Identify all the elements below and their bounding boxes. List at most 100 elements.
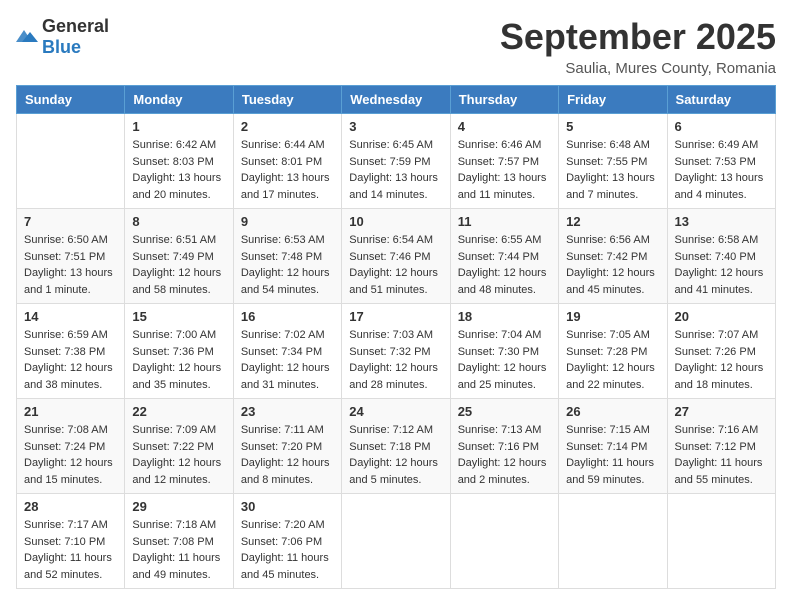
- calendar-cell: 24 Sunrise: 7:12 AMSunset: 7:18 PMDaylig…: [342, 399, 450, 494]
- day-number: 27: [675, 404, 768, 419]
- calendar-cell: 28 Sunrise: 7:17 AMSunset: 7:10 PMDaylig…: [17, 494, 125, 589]
- day-of-week-header: Thursday: [450, 86, 558, 114]
- month-title: September 2025: [500, 16, 776, 58]
- day-number: 18: [458, 309, 551, 324]
- day-info: Sunrise: 7:11 AMSunset: 7:20 PMDaylight:…: [241, 422, 334, 488]
- calendar-cell: 23 Sunrise: 7:11 AMSunset: 7:20 PMDaylig…: [233, 399, 341, 494]
- calendar-cell: 11 Sunrise: 6:55 AMSunset: 7:44 PMDaylig…: [450, 209, 558, 304]
- day-number: 16: [241, 309, 334, 324]
- day-of-week-header: Monday: [125, 86, 233, 114]
- day-info: Sunrise: 6:56 AMSunset: 7:42 PMDaylight:…: [566, 232, 659, 298]
- calendar-cell: [342, 494, 450, 589]
- day-info: Sunrise: 6:46 AMSunset: 7:57 PMDaylight:…: [458, 137, 551, 203]
- day-number: 19: [566, 309, 659, 324]
- calendar-cell: 10 Sunrise: 6:54 AMSunset: 7:46 PMDaylig…: [342, 209, 450, 304]
- day-number: 21: [24, 404, 117, 419]
- day-number: 8: [132, 214, 225, 229]
- day-of-week-header: Sunday: [17, 86, 125, 114]
- day-number: 10: [349, 214, 442, 229]
- calendar-cell: [667, 494, 775, 589]
- day-of-week-header: Tuesday: [233, 86, 341, 114]
- logo-icon: [16, 28, 38, 46]
- day-info: Sunrise: 6:54 AMSunset: 7:46 PMDaylight:…: [349, 232, 442, 298]
- day-number: 1: [132, 119, 225, 134]
- calendar-cell: 12 Sunrise: 6:56 AMSunset: 7:42 PMDaylig…: [559, 209, 667, 304]
- calendar-cell: 5 Sunrise: 6:48 AMSunset: 7:55 PMDayligh…: [559, 114, 667, 209]
- logo: General Blue: [16, 16, 109, 58]
- calendar-cell: 4 Sunrise: 6:46 AMSunset: 7:57 PMDayligh…: [450, 114, 558, 209]
- day-info: Sunrise: 6:51 AMSunset: 7:49 PMDaylight:…: [132, 232, 225, 298]
- calendar-cell: 7 Sunrise: 6:50 AMSunset: 7:51 PMDayligh…: [17, 209, 125, 304]
- day-of-week-header: Saturday: [667, 86, 775, 114]
- day-number: 26: [566, 404, 659, 419]
- day-info: Sunrise: 6:58 AMSunset: 7:40 PMDaylight:…: [675, 232, 768, 298]
- day-number: 29: [132, 499, 225, 514]
- calendar-cell: 22 Sunrise: 7:09 AMSunset: 7:22 PMDaylig…: [125, 399, 233, 494]
- day-info: Sunrise: 7:13 AMSunset: 7:16 PMDaylight:…: [458, 422, 551, 488]
- day-info: Sunrise: 7:16 AMSunset: 7:12 PMDaylight:…: [675, 422, 768, 488]
- title-area: September 2025 Saulia, Mures County, Rom…: [500, 16, 776, 77]
- day-info: Sunrise: 6:44 AMSunset: 8:01 PMDaylight:…: [241, 137, 334, 203]
- day-info: Sunrise: 6:53 AMSunset: 7:48 PMDaylight:…: [241, 232, 334, 298]
- calendar-cell: 15 Sunrise: 7:00 AMSunset: 7:36 PMDaylig…: [125, 304, 233, 399]
- calendar-cell: [17, 114, 125, 209]
- calendar-cell: 29 Sunrise: 7:18 AMSunset: 7:08 PMDaylig…: [125, 494, 233, 589]
- day-number: 20: [675, 309, 768, 324]
- logo-text: General Blue: [42, 16, 109, 58]
- calendar-cell: 14 Sunrise: 6:59 AMSunset: 7:38 PMDaylig…: [17, 304, 125, 399]
- day-info: Sunrise: 7:18 AMSunset: 7:08 PMDaylight:…: [132, 517, 225, 583]
- day-number: 14: [24, 309, 117, 324]
- location-title: Saulia, Mures County, Romania: [500, 60, 776, 77]
- calendar-cell: 26 Sunrise: 7:15 AMSunset: 7:14 PMDaylig…: [559, 399, 667, 494]
- day-number: 22: [132, 404, 225, 419]
- calendar-cell: 25 Sunrise: 7:13 AMSunset: 7:16 PMDaylig…: [450, 399, 558, 494]
- calendar-cell: 17 Sunrise: 7:03 AMSunset: 7:32 PMDaylig…: [342, 304, 450, 399]
- calendar-cell: 9 Sunrise: 6:53 AMSunset: 7:48 PMDayligh…: [233, 209, 341, 304]
- day-info: Sunrise: 6:49 AMSunset: 7:53 PMDaylight:…: [675, 137, 768, 203]
- day-number: 5: [566, 119, 659, 134]
- day-info: Sunrise: 6:50 AMSunset: 7:51 PMDaylight:…: [24, 232, 117, 298]
- day-info: Sunrise: 7:08 AMSunset: 7:24 PMDaylight:…: [24, 422, 117, 488]
- calendar-cell: 3 Sunrise: 6:45 AMSunset: 7:59 PMDayligh…: [342, 114, 450, 209]
- day-info: Sunrise: 7:17 AMSunset: 7:10 PMDaylight:…: [24, 517, 117, 583]
- day-number: 17: [349, 309, 442, 324]
- day-number: 30: [241, 499, 334, 514]
- calendar-cell: 21 Sunrise: 7:08 AMSunset: 7:24 PMDaylig…: [17, 399, 125, 494]
- calendar-cell: 18 Sunrise: 7:04 AMSunset: 7:30 PMDaylig…: [450, 304, 558, 399]
- day-info: Sunrise: 7:07 AMSunset: 7:26 PMDaylight:…: [675, 327, 768, 393]
- calendar-cell: [559, 494, 667, 589]
- day-number: 4: [458, 119, 551, 134]
- day-number: 12: [566, 214, 659, 229]
- day-info: Sunrise: 6:59 AMSunset: 7:38 PMDaylight:…: [24, 327, 117, 393]
- day-number: 28: [24, 499, 117, 514]
- calendar-cell: [450, 494, 558, 589]
- day-info: Sunrise: 7:15 AMSunset: 7:14 PMDaylight:…: [566, 422, 659, 488]
- calendar-header-row: SundayMondayTuesdayWednesdayThursdayFrid…: [17, 86, 776, 114]
- day-info: Sunrise: 7:20 AMSunset: 7:06 PMDaylight:…: [241, 517, 334, 583]
- calendar-cell: 20 Sunrise: 7:07 AMSunset: 7:26 PMDaylig…: [667, 304, 775, 399]
- day-number: 3: [349, 119, 442, 134]
- day-of-week-header: Friday: [559, 86, 667, 114]
- calendar-cell: 6 Sunrise: 6:49 AMSunset: 7:53 PMDayligh…: [667, 114, 775, 209]
- day-info: Sunrise: 6:45 AMSunset: 7:59 PMDaylight:…: [349, 137, 442, 203]
- day-number: 13: [675, 214, 768, 229]
- day-info: Sunrise: 7:05 AMSunset: 7:28 PMDaylight:…: [566, 327, 659, 393]
- logo-general: General: [42, 16, 109, 36]
- calendar-week-row: 14 Sunrise: 6:59 AMSunset: 7:38 PMDaylig…: [17, 304, 776, 399]
- calendar-week-row: 28 Sunrise: 7:17 AMSunset: 7:10 PMDaylig…: [17, 494, 776, 589]
- calendar-cell: 8 Sunrise: 6:51 AMSunset: 7:49 PMDayligh…: [125, 209, 233, 304]
- day-info: Sunrise: 7:04 AMSunset: 7:30 PMDaylight:…: [458, 327, 551, 393]
- calendar-week-row: 21 Sunrise: 7:08 AMSunset: 7:24 PMDaylig…: [17, 399, 776, 494]
- day-info: Sunrise: 7:00 AMSunset: 7:36 PMDaylight:…: [132, 327, 225, 393]
- day-number: 11: [458, 214, 551, 229]
- day-number: 6: [675, 119, 768, 134]
- day-number: 7: [24, 214, 117, 229]
- header: General Blue September 2025 Saulia, Mure…: [16, 16, 776, 77]
- day-info: Sunrise: 6:55 AMSunset: 7:44 PMDaylight:…: [458, 232, 551, 298]
- day-info: Sunrise: 7:03 AMSunset: 7:32 PMDaylight:…: [349, 327, 442, 393]
- calendar-cell: 13 Sunrise: 6:58 AMSunset: 7:40 PMDaylig…: [667, 209, 775, 304]
- day-number: 25: [458, 404, 551, 419]
- calendar-cell: 19 Sunrise: 7:05 AMSunset: 7:28 PMDaylig…: [559, 304, 667, 399]
- day-of-week-header: Wednesday: [342, 86, 450, 114]
- calendar-cell: 27 Sunrise: 7:16 AMSunset: 7:12 PMDaylig…: [667, 399, 775, 494]
